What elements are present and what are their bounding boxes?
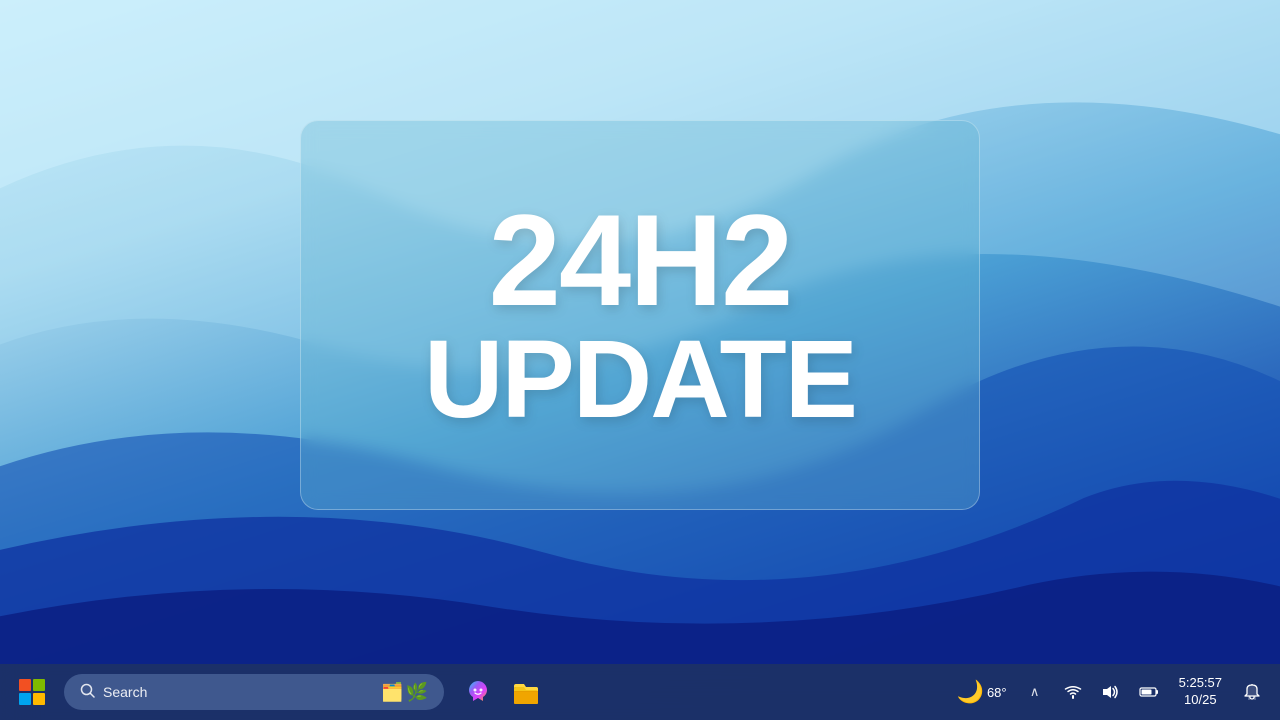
battery-button[interactable]: [1133, 676, 1165, 708]
logo-blue-quad: [19, 693, 31, 705]
search-widgets-icon: 🗂️: [381, 682, 403, 703]
taskbar-app-file-explorer[interactable]: [504, 670, 548, 714]
wifi-button[interactable]: [1057, 676, 1089, 708]
update-label-text: UPDATE: [424, 325, 856, 435]
taskbar: Search 🗂️ 🌿: [0, 664, 1280, 720]
desktop: 24H2 UPDATE Search 🗂️: [0, 0, 1280, 720]
copilot-icon: [464, 678, 492, 706]
weather-icon: 🌙: [957, 679, 984, 705]
update-card: 24H2 UPDATE: [300, 120, 980, 510]
volume-button[interactable]: [1095, 676, 1127, 708]
windows-logo-icon: [19, 679, 45, 705]
show-hidden-icons-button[interactable]: ∧: [1019, 676, 1051, 708]
clock-time: 5:25:57: [1179, 675, 1222, 692]
logo-red-quad: [19, 679, 31, 691]
system-tray: 🌙 68° ∧: [951, 671, 1268, 713]
clock-date: 10/25: [1184, 692, 1217, 709]
weather-widget[interactable]: 🌙 68°: [951, 675, 1013, 709]
logo-green-quad: [33, 679, 45, 691]
start-button[interactable]: [12, 672, 52, 712]
search-leaf-icon: 🌿: [406, 682, 428, 703]
chevron-icon: ∧: [1030, 684, 1040, 700]
search-decorative-icons: 🗂️ 🌿: [381, 682, 428, 703]
update-version-text: 24H2: [489, 195, 792, 325]
taskbar-pinned-apps: [456, 670, 947, 714]
search-icon: [80, 683, 95, 702]
clock-display[interactable]: 5:25:57 10/25: [1171, 671, 1230, 713]
logo-yellow-quad: [33, 693, 45, 705]
notification-center-button[interactable]: [1236, 676, 1268, 708]
weather-temperature: 68°: [987, 685, 1007, 700]
taskbar-app-copilot[interactable]: [456, 670, 500, 714]
file-explorer-icon: [512, 678, 540, 706]
taskbar-search-bar[interactable]: Search 🗂️ 🌿: [64, 674, 444, 710]
search-label: Search: [103, 684, 147, 700]
